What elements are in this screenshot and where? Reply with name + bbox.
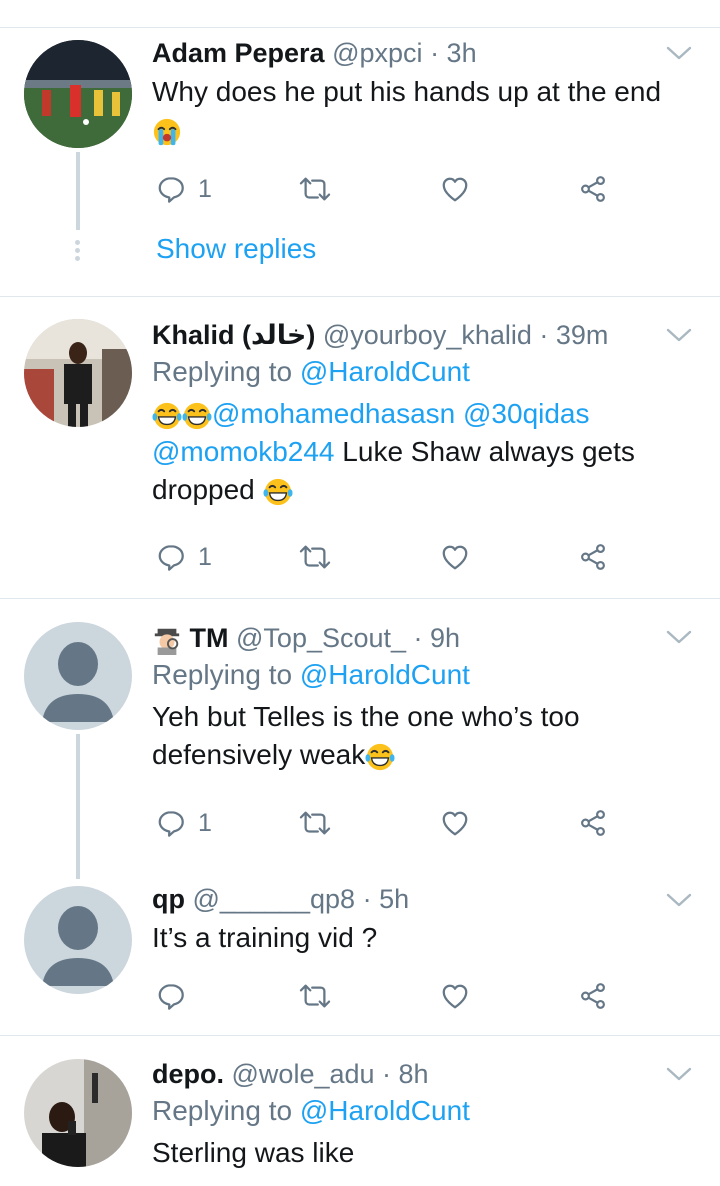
- tweet-header: TM @Top_Scout_ · 9h: [152, 620, 698, 656]
- like-button[interactable]: [440, 803, 470, 843]
- tweet-text-line: dropped: [152, 471, 698, 509]
- timestamp: · 5h: [362, 884, 410, 914]
- reply-count: 1: [198, 542, 212, 571]
- retweet-icon: [298, 981, 332, 1011]
- thread-line: [76, 734, 80, 879]
- mention-link[interactable]: @momokb244: [152, 436, 335, 467]
- tweet-text-line: Sterling was like: [152, 1137, 355, 1168]
- share-icon: [578, 981, 608, 1011]
- replying-to: Replying to @HaroldCunt: [152, 659, 470, 690]
- mention-links[interactable]: @mohamedhasasn @30qidas: [212, 398, 590, 429]
- tweet-text-line: defensively weak: [152, 736, 698, 774]
- timestamp: · 3h: [430, 38, 477, 68]
- chevron-down-icon[interactable]: [666, 629, 692, 645]
- tweet-text-line: @momokb244 Luke Shaw always gets: [152, 436, 635, 467]
- avatar[interactable]: [24, 886, 132, 994]
- like-icon: [440, 981, 470, 1011]
- handle[interactable]: @wole_adu: [232, 1059, 375, 1089]
- replying-to: Replying to @HaroldCunt: [152, 1095, 470, 1126]
- timestamp: · 9h: [413, 623, 461, 653]
- timestamp: · 39m: [539, 320, 609, 350]
- laughing-emoji: [152, 401, 182, 431]
- handle[interactable]: @______qp8: [193, 884, 356, 914]
- detective-emoji: [154, 628, 180, 655]
- divider: [0, 598, 720, 599]
- tweet-text-line: Yeh but Telles is the one who’s too: [152, 701, 580, 732]
- tweet-text-line: It’s a training vid ?: [152, 922, 378, 953]
- crying-emoji: [152, 117, 182, 147]
- tweet-header: Khalid (خالد) @yourboy_khalid · 39m: [152, 317, 698, 353]
- chevron-down-icon[interactable]: [666, 1066, 692, 1082]
- laughing-emoji: [263, 477, 293, 507]
- share-icon: [578, 808, 608, 838]
- reply-icon: [156, 808, 186, 838]
- reply-button[interactable]: 1: [156, 169, 212, 209]
- display-name[interactable]: qp: [152, 884, 185, 914]
- handle[interactable]: @pxpci: [332, 38, 422, 68]
- replying-to-link[interactable]: @HaroldCunt: [300, 659, 470, 690]
- share-button[interactable]: [578, 537, 608, 577]
- tweet-header: depo. @wole_adu · 8h: [152, 1056, 698, 1092]
- like-button[interactable]: [440, 169, 470, 209]
- laughing-emoji: [365, 742, 395, 772]
- share-icon: [578, 174, 608, 204]
- retweet-button[interactable]: [298, 976, 332, 1016]
- replying-to-link[interactable]: @HaroldCunt: [300, 1095, 470, 1126]
- reply-count: 1: [198, 174, 212, 203]
- reply-button[interactable]: 1: [156, 803, 212, 843]
- timestamp: · 8h: [382, 1059, 429, 1089]
- display-name[interactable]: Adam Pepera: [152, 38, 325, 68]
- reply-button[interactable]: [156, 976, 186, 1016]
- reply-icon: [156, 174, 186, 204]
- tweet-text-line: @mohamedhasasn @30qidas: [152, 395, 698, 433]
- thread-dots: [75, 240, 81, 264]
- retweet-icon: [298, 542, 332, 572]
- retweet-button[interactable]: [298, 169, 332, 209]
- display-name[interactable]: depo.: [152, 1059, 224, 1089]
- show-replies-link[interactable]: Show replies: [156, 233, 316, 265]
- like-icon: [440, 542, 470, 572]
- replying-to: Replying to @HaroldCunt: [152, 356, 470, 387]
- replying-to-link[interactable]: @HaroldCunt: [300, 356, 470, 387]
- display-name[interactable]: Khalid (خالد): [152, 320, 315, 350]
- laughing-emoji: [182, 401, 212, 431]
- share-button[interactable]: [578, 976, 608, 1016]
- chevron-down-icon[interactable]: [666, 45, 692, 61]
- handle[interactable]: @yourboy_khalid: [323, 320, 532, 350]
- share-button[interactable]: [578, 803, 608, 843]
- like-button[interactable]: [440, 537, 470, 577]
- thread-line: [76, 152, 80, 230]
- avatar[interactable]: [24, 1059, 132, 1167]
- like-icon: [440, 174, 470, 204]
- divider: [0, 296, 720, 297]
- divider: [0, 27, 720, 28]
- tweet-header: Adam Pepera @pxpci · 3h: [152, 35, 698, 71]
- avatar[interactable]: [24, 40, 132, 148]
- avatar[interactable]: [24, 319, 132, 427]
- divider: [0, 1035, 720, 1036]
- display-name[interactable]: TM: [190, 623, 229, 653]
- retweet-button[interactable]: [298, 803, 332, 843]
- handle[interactable]: @Top_Scout_: [236, 623, 406, 653]
- share-button[interactable]: [578, 169, 608, 209]
- tweet-text-emoji: [152, 111, 698, 149]
- chevron-down-icon[interactable]: [666, 892, 692, 908]
- retweet-icon: [298, 808, 332, 838]
- like-button[interactable]: [440, 976, 470, 1016]
- reply-button[interactable]: 1: [156, 537, 212, 577]
- reply-icon: [156, 981, 186, 1011]
- chevron-down-icon[interactable]: [666, 327, 692, 343]
- reply-count: 1: [198, 808, 212, 837]
- avatar[interactable]: [24, 622, 132, 730]
- share-icon: [578, 542, 608, 572]
- tweet-text: Why does he put his hands up at the end: [152, 76, 662, 107]
- retweet-button[interactable]: [298, 537, 332, 577]
- reply-icon: [156, 542, 186, 572]
- like-icon: [440, 808, 470, 838]
- retweet-icon: [298, 174, 332, 204]
- tweet-header: qp @______qp8 · 5h: [152, 881, 698, 917]
